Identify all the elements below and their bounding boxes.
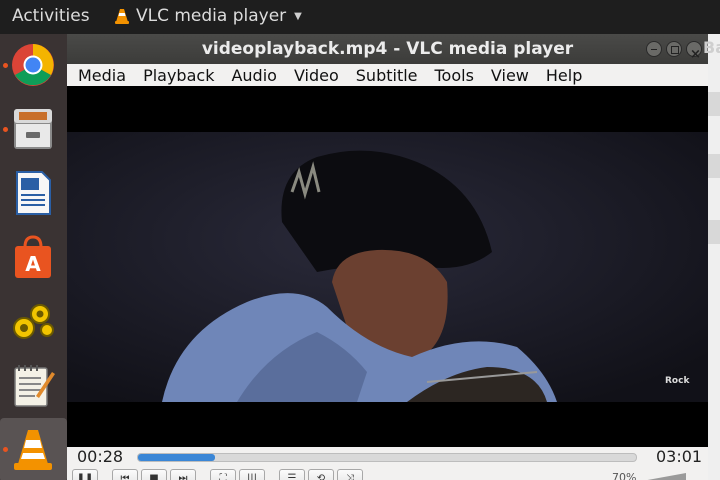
volume-slider[interactable]: [642, 473, 686, 480]
loop-button[interactable]: ⟲: [308, 469, 334, 480]
video-frame: Rock: [67, 132, 708, 402]
fullscreen-button[interactable]: ⛶: [210, 469, 236, 480]
notepad-icon: [14, 365, 55, 407]
playlist-icon: ☰: [287, 473, 297, 480]
maximize-button[interactable]: [666, 41, 682, 57]
dock-item-settings[interactable]: [0, 290, 67, 354]
previous-icon: ⏮: [120, 473, 130, 480]
menu-tools[interactable]: Tools: [435, 66, 474, 85]
dock-item-vlc[interactable]: [0, 418, 67, 480]
app-menu-label: VLC media player: [136, 6, 287, 26]
svg-text:A: A: [25, 252, 41, 276]
previous-button[interactable]: ⏮: [112, 469, 138, 480]
video-scene: [67, 132, 708, 402]
dock-item-text-editor[interactable]: [0, 354, 67, 418]
background-window: [706, 34, 720, 480]
writer-document-icon: [16, 171, 51, 215]
next-icon: ⏭: [178, 473, 188, 480]
menu-help[interactable]: Help: [546, 66, 582, 85]
seek-slider[interactable]: [137, 453, 637, 462]
playlist-button[interactable]: ☰: [279, 469, 305, 480]
menu-subtitle[interactable]: Subtitle: [356, 66, 418, 85]
top-bar: Activities VLC media player ▼: [0, 0, 720, 34]
menu-playback[interactable]: Playback: [143, 66, 214, 85]
control-buttons: ❚❚ ⏮ ■ ⏭ ⛶ ||| ☰ ⟲ ⤨: [72, 469, 363, 480]
stop-button[interactable]: ■: [141, 469, 167, 480]
next-button[interactable]: ⏭: [170, 469, 196, 480]
seek-progress: [138, 454, 216, 461]
vlc-window: videoplayback.mp4 - VLC media player Med…: [67, 34, 720, 480]
shuffle-icon: ⤨: [346, 473, 354, 480]
shuffle-button[interactable]: ⤨: [337, 469, 363, 480]
app-menu[interactable]: VLC media player ▼: [114, 6, 302, 26]
window-controls: [646, 40, 702, 70]
background-window-text: Ba: [703, 38, 720, 57]
current-time: 00:28: [77, 447, 124, 466]
running-indicator: [3, 127, 8, 132]
vlc-cone-icon: [115, 9, 129, 24]
pause-button[interactable]: ❚❚: [72, 469, 98, 480]
playback-controls: 00:28 03:01 ❚❚ ⏮ ■ ⏭ ⛶ ||| ☰ ⟲ ⤨ 70%: [67, 447, 708, 480]
menu-audio[interactable]: Audio: [231, 66, 276, 85]
file-cabinet-icon: [14, 109, 52, 149]
fullscreen-icon: ⛶: [219, 473, 227, 480]
running-indicator: [3, 447, 8, 452]
vlc-cone-icon: [14, 430, 52, 470]
volume-percent: 70%: [612, 471, 637, 480]
menu-media[interactable]: Media: [78, 66, 126, 85]
dock-item-chrome[interactable]: [0, 34, 67, 98]
chrome-icon: [12, 44, 54, 86]
menu-view[interactable]: View: [491, 66, 529, 85]
shopping-bag-icon: A: [15, 235, 51, 278]
dock-item-software[interactable]: A: [0, 226, 67, 290]
running-indicator: [3, 63, 8, 68]
window-titlebar[interactable]: videoplayback.mp4 - VLC media player: [67, 34, 708, 70]
gears-icon: [13, 304, 54, 339]
video-area[interactable]: Rock: [67, 86, 708, 447]
total-time: 03:01: [656, 447, 703, 466]
loop-icon: ⟲: [316, 473, 326, 480]
stop-icon: ■: [149, 473, 159, 480]
menu-video[interactable]: Video: [294, 66, 339, 85]
extended-settings-button[interactable]: |||: [239, 469, 265, 480]
equalizer-icon: |||: [246, 473, 258, 480]
chevron-down-icon: ▼: [294, 10, 302, 22]
video-watermark: Rock: [665, 376, 690, 386]
close-button[interactable]: [686, 40, 702, 70]
window-title: videoplayback.mp4 - VLC media player: [201, 39, 574, 59]
menu-bar: Media Playback Audio Video Subtitle Tool…: [67, 64, 708, 86]
activities-button[interactable]: Activities: [12, 6, 90, 26]
minimize-button[interactable]: [646, 41, 662, 57]
dock: A: [0, 34, 67, 480]
pause-icon: ❚❚: [76, 473, 94, 480]
dock-item-files[interactable]: [0, 98, 67, 162]
dock-item-writer[interactable]: [0, 162, 67, 226]
